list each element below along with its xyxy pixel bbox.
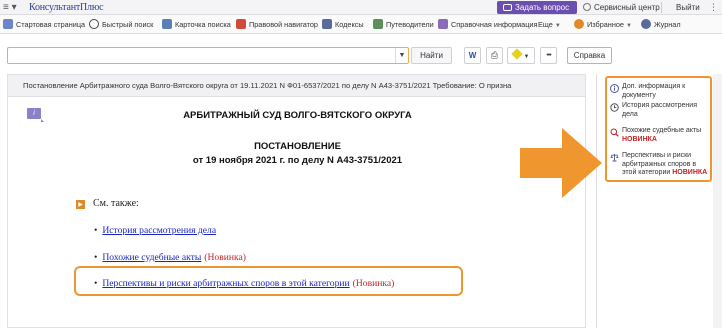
chat-icon xyxy=(503,4,512,11)
decree-heading: ПОСТАНОВЛЕНИЕ xyxy=(254,141,341,152)
highlighter-button[interactable]: ▼ xyxy=(507,47,535,64)
highlight-frame xyxy=(74,266,463,296)
guide-icon xyxy=(373,19,383,29)
side-item-similar-acts[interactable]: Похожие судебные акты НОВИНКА xyxy=(610,127,710,144)
exit-button[interactable]: Выйти xyxy=(676,1,700,14)
navigator-icon xyxy=(236,19,246,29)
search-icon xyxy=(89,19,99,29)
nav-codex[interactable]: Кодексы xyxy=(322,18,364,31)
document-title: Постановление Арбитражного суда Волго-Вя… xyxy=(8,75,585,97)
divider xyxy=(596,74,597,328)
print-icon[interactable]: ⎙ xyxy=(486,47,503,64)
codex-icon xyxy=(322,19,332,29)
history-icon xyxy=(610,103,619,112)
more-tools-icon[interactable]: ••• xyxy=(540,47,557,64)
nav-favorites[interactable]: Избранное ▼ xyxy=(574,18,632,31)
similar-acts-icon xyxy=(610,128,619,137)
nav-reference-info[interactable]: Справочная информация xyxy=(438,18,537,31)
divider xyxy=(661,2,662,13)
expand-arrow-icon[interactable]: ▶ xyxy=(76,200,85,209)
highlighter-icon xyxy=(510,48,523,60)
side-item-history[interactable]: История рассмотрения дела xyxy=(610,102,710,119)
chevron-down-icon: ▼ xyxy=(523,54,530,60)
scales-icon xyxy=(610,154,619,162)
pointer-arrow-icon xyxy=(520,128,602,198)
see-also-item: • Похожие судебные акты (Новинка) xyxy=(94,252,246,263)
nav-bar: Стартовая страница Быстрый поиск Карточк… xyxy=(0,15,722,34)
nav-quick-search[interactable]: Быстрый поиск xyxy=(89,18,153,31)
info-doc-icon xyxy=(610,84,619,93)
similar-acts-link[interactable]: Похожие судебные акты xyxy=(102,252,201,263)
reference-icon xyxy=(438,19,448,29)
service-center-link[interactable]: Сервисный центр xyxy=(583,1,660,14)
nav-search-card[interactable]: Карточка поиска xyxy=(162,18,231,31)
history-link[interactable]: История рассмотрения дела xyxy=(102,225,216,236)
see-also-heading: ▶ См. также: xyxy=(76,198,139,209)
chevron-down-icon: ▼ xyxy=(554,23,561,29)
nav-guides[interactable]: Путеводители xyxy=(373,18,434,31)
side-panel: Доп. информация к документу История расс… xyxy=(605,76,712,182)
more-menu-icon[interactable]: ⋮ xyxy=(709,1,718,14)
card-search-icon xyxy=(162,19,172,29)
top-bar: ≡ ▾ КонсультантПлюс Задать вопрос Сервис… xyxy=(0,0,722,15)
main-menu-button[interactable]: ≡ ▾ xyxy=(3,1,23,14)
nav-journal[interactable]: Журнал xyxy=(641,18,681,31)
side-item-prospects[interactable]: Перспективы и риски арбитражных споров в… xyxy=(610,152,710,178)
nav-more[interactable]: Еще ▼ xyxy=(538,18,561,31)
word-export-icon[interactable]: W xyxy=(464,47,481,64)
document-view[interactable]: Постановление Арбитражного суда Волго-Вя… xyxy=(7,74,586,328)
new-badge: НОВИНКА xyxy=(672,169,708,177)
chevron-down-icon: ▼ xyxy=(625,23,632,29)
search-history-dropdown[interactable]: ▼ xyxy=(395,48,408,63)
search-input[interactable] xyxy=(7,47,409,64)
brand-logo: КонсультантПлюс xyxy=(29,2,104,13)
side-item-extra-info[interactable]: Доп. информация к документу xyxy=(610,83,710,100)
service-icon xyxy=(583,3,591,11)
journal-icon xyxy=(641,19,651,29)
scrollbar[interactable] xyxy=(713,74,722,328)
find-button[interactable]: Найти xyxy=(411,47,452,64)
favorites-icon xyxy=(574,19,584,29)
court-heading: АРБИТРАЖНЫЙ СУД ВОЛГО-ВЯТСКОГО ОКРУГА xyxy=(183,110,412,121)
new-badge: НОВИНКА xyxy=(622,135,657,143)
nav-start-page[interactable]: Стартовая страница xyxy=(3,18,85,31)
new-badge: (Новинка) xyxy=(204,252,246,263)
ask-question-button[interactable]: Задать вопрос xyxy=(497,1,577,14)
help-button[interactable]: Справка xyxy=(567,47,612,64)
see-also-item: • История рассмотрения дела xyxy=(94,225,217,236)
nav-legal-navigator[interactable]: Правовой навигатор xyxy=(236,18,318,31)
home-icon xyxy=(3,19,13,29)
decree-date: от 19 ноября 2021 г. по делу N А43-3751/… xyxy=(192,155,403,166)
